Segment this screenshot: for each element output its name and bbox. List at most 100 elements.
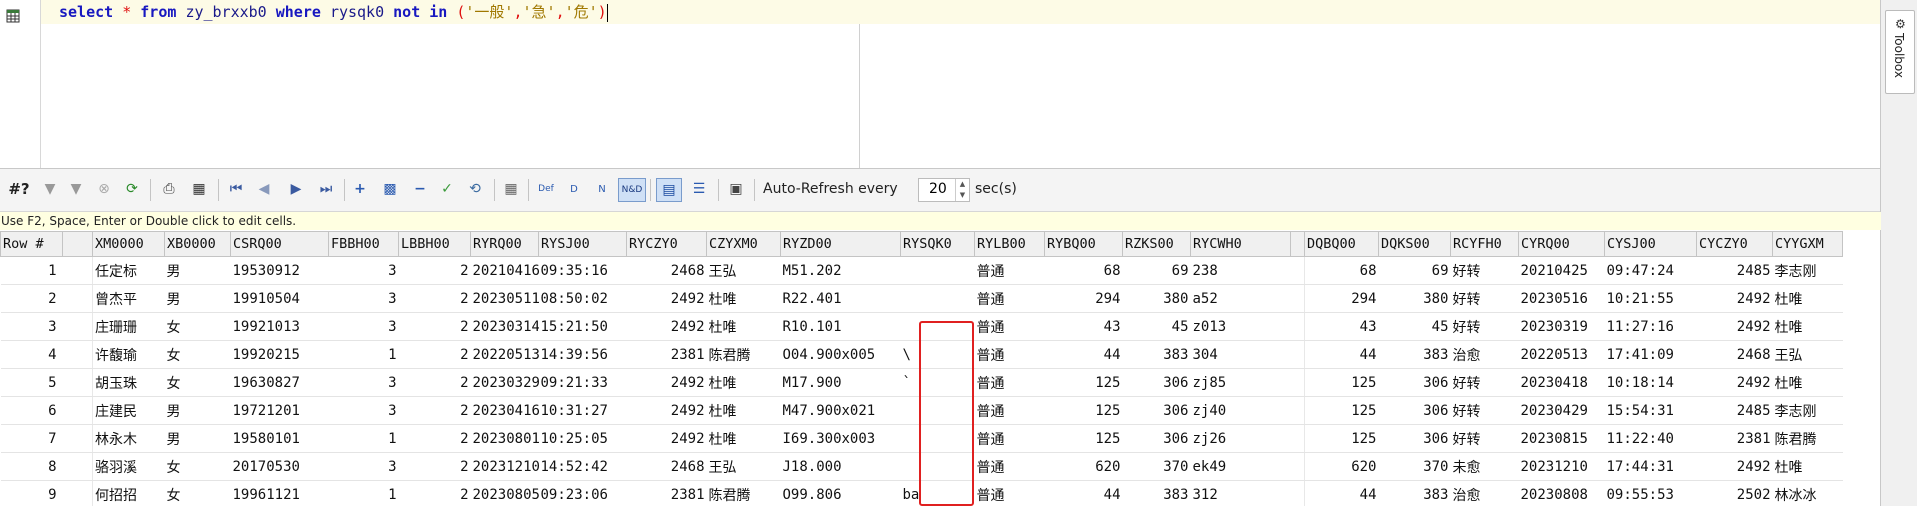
table-cell[interactable]: 45 bbox=[1378, 312, 1451, 341]
table-cell[interactable]: 好转 bbox=[1450, 256, 1519, 285]
table-cell[interactable]: ` bbox=[900, 368, 975, 397]
table-cell[interactable]: 20230805 bbox=[470, 480, 539, 506]
table-cell[interactable]: 15:21:50 bbox=[538, 312, 627, 341]
column-header[interactable]: DQKS00 bbox=[1378, 231, 1451, 257]
grid-view-icon[interactable]: ▤ bbox=[656, 178, 682, 202]
table-cell[interactable]: 69 bbox=[1378, 256, 1451, 285]
table-cell[interactable]: 09:55:53 bbox=[1604, 480, 1697, 506]
column-header[interactable]: CYYGXM bbox=[1772, 231, 1843, 257]
table-row[interactable]: 4 许馥瑜女 19920215 1 2 20220513 14:39:56 2381 陈君腾 O0… bbox=[0, 340, 1843, 369]
table-cell[interactable]: 普通 bbox=[974, 256, 1045, 285]
column-header[interactable]: CYCZY0 bbox=[1696, 231, 1773, 257]
table-cell[interactable] bbox=[1290, 424, 1305, 453]
column-header[interactable]: RCYFH0 bbox=[1450, 231, 1519, 257]
table-cell[interactable]: 383 bbox=[1122, 340, 1191, 369]
sql-editor[interactable]: select * from zy_brxxb0 where rysqk0 not… bbox=[0, 0, 1880, 169]
table-cell[interactable]: 125 bbox=[1044, 424, 1123, 453]
table-cell[interactable]: 胡玉珠 bbox=[92, 368, 165, 397]
table-cell[interactable] bbox=[62, 396, 93, 425]
insert-grid-icon[interactable]: ▩ bbox=[378, 178, 402, 200]
table-cell[interactable]: 11:22:40 bbox=[1604, 424, 1697, 453]
table-cell[interactable]: 44 bbox=[1304, 340, 1379, 369]
table-cell[interactable]: 许馥瑜 bbox=[92, 340, 165, 369]
table-cell[interactable]: 2492 bbox=[626, 368, 707, 397]
refresh-icon[interactable]: ⟳ bbox=[122, 178, 142, 200]
table-cell[interactable]: 44 bbox=[1044, 480, 1123, 506]
table-cell[interactable]: z013 bbox=[1190, 312, 1291, 341]
table-cell[interactable]: 294 bbox=[1304, 284, 1379, 313]
table-cell[interactable]: 杜唯 bbox=[1772, 452, 1843, 481]
table-cell[interactable] bbox=[1290, 284, 1305, 313]
table-cell[interactable] bbox=[1290, 396, 1305, 425]
column-header[interactable]: RYLB00 bbox=[974, 231, 1045, 257]
table-cell[interactable]: 3 bbox=[328, 312, 399, 341]
column-header[interactable]: RYSQK0 bbox=[900, 231, 975, 257]
table-cell[interactable]: 43 bbox=[1044, 312, 1123, 341]
table-cell[interactable]: \ bbox=[900, 340, 975, 369]
table-cell[interactable]: 2 bbox=[398, 396, 471, 425]
table-cell[interactable]: 20170530 bbox=[230, 452, 329, 481]
table-cell[interactable]: 2 bbox=[398, 256, 471, 285]
table-cell[interactable] bbox=[62, 480, 93, 506]
table-cell[interactable]: 2468 bbox=[1696, 340, 1773, 369]
column-header[interactable]: RYZD00 bbox=[780, 231, 901, 257]
table-cell[interactable]: ba bbox=[900, 480, 975, 506]
table-cell[interactable]: 19530912 bbox=[230, 256, 329, 285]
detail-view-icon[interactable]: D bbox=[562, 178, 586, 200]
table-cell[interactable]: 20231210 bbox=[1518, 452, 1605, 481]
column-header[interactable] bbox=[1290, 231, 1305, 257]
table-cell[interactable] bbox=[1290, 312, 1305, 341]
table-cell[interactable]: 306 bbox=[1378, 396, 1451, 425]
row-count-button[interactable]: #? bbox=[6, 178, 32, 200]
table-cell[interactable]: I69.300x003 bbox=[780, 424, 901, 453]
record-detail-icon[interactable]: ▣ bbox=[724, 178, 748, 200]
table-cell[interactable]: 383 bbox=[1378, 480, 1451, 506]
table-cell[interactable]: 女 bbox=[164, 480, 231, 506]
print-icon[interactable]: ⎙ bbox=[158, 178, 180, 200]
table-cell[interactable] bbox=[900, 452, 975, 481]
table-cell[interactable]: 20230329 bbox=[470, 368, 539, 397]
table-cell[interactable]: 骆羽溪 bbox=[92, 452, 165, 481]
table-cell[interactable]: 294 bbox=[1044, 284, 1123, 313]
table-cell[interactable]: 杜唯 bbox=[706, 424, 781, 453]
table-cell[interactable]: 19920215 bbox=[230, 340, 329, 369]
table-cell[interactable]: 20220513 bbox=[1518, 340, 1605, 369]
table-cell[interactable]: 20210425 bbox=[1518, 256, 1605, 285]
table-cell[interactable]: 45 bbox=[1122, 312, 1191, 341]
table-cell[interactable] bbox=[62, 424, 93, 453]
table-cell[interactable]: 14:52:42 bbox=[538, 452, 627, 481]
table-row[interactable]: 2 曾杰平男 19910504 3 2 20230511 08:50:02 2492 杜唯 R22… bbox=[0, 284, 1843, 313]
table-cell[interactable]: 312 bbox=[1190, 480, 1291, 506]
table-cell[interactable]: 庄建民 bbox=[92, 396, 165, 425]
table-cell[interactable]: 普通 bbox=[974, 480, 1045, 506]
first-record-icon[interactable]: ⏮ bbox=[226, 178, 246, 200]
clear-filter-icon[interactable]: ▼ bbox=[66, 178, 86, 200]
table-cell[interactable]: 2492 bbox=[626, 396, 707, 425]
table-cell[interactable]: 2492 bbox=[626, 312, 707, 341]
table-cell[interactable]: 14:39:56 bbox=[538, 340, 627, 369]
table-cell[interactable]: 2485 bbox=[1696, 396, 1773, 425]
table-cell[interactable]: 普通 bbox=[974, 396, 1045, 425]
table-cell[interactable]: 未愈 bbox=[1450, 452, 1519, 481]
table-cell[interactable]: 曾杰平 bbox=[92, 284, 165, 313]
table-cell[interactable]: 19630827 bbox=[230, 368, 329, 397]
table-cell[interactable]: 125 bbox=[1304, 396, 1379, 425]
table-cell[interactable]: 普通 bbox=[974, 452, 1045, 481]
table-cell[interactable] bbox=[900, 284, 975, 313]
table-cell[interactable]: 17:44:31 bbox=[1604, 452, 1697, 481]
table-cell[interactable]: 王弘 bbox=[1772, 340, 1843, 369]
table-cell[interactable]: O99.806 bbox=[780, 480, 901, 506]
table-row[interactable]: 7 林永木男 19580101 1 2 20230801 10:25:05 2492 杜唯 I69… bbox=[0, 424, 1843, 453]
table-cell[interactable]: 20210416 bbox=[470, 256, 539, 285]
table-cell[interactable]: 1 bbox=[328, 340, 399, 369]
table-cell[interactable]: 69 bbox=[1122, 256, 1191, 285]
table-cell[interactable]: 林永木 bbox=[92, 424, 165, 453]
table-cell[interactable]: 10:18:14 bbox=[1604, 368, 1697, 397]
table-cell[interactable]: 2492 bbox=[1696, 368, 1773, 397]
post-edit-icon[interactable]: ✓ bbox=[436, 178, 458, 200]
table-cell[interactable]: 陈君腾 bbox=[706, 340, 781, 369]
table-cell[interactable]: 15:54:31 bbox=[1604, 396, 1697, 425]
table-cell[interactable] bbox=[62, 452, 93, 481]
column-header[interactable]: RYCZY0 bbox=[626, 231, 707, 257]
table-cell[interactable]: 男 bbox=[164, 256, 231, 285]
